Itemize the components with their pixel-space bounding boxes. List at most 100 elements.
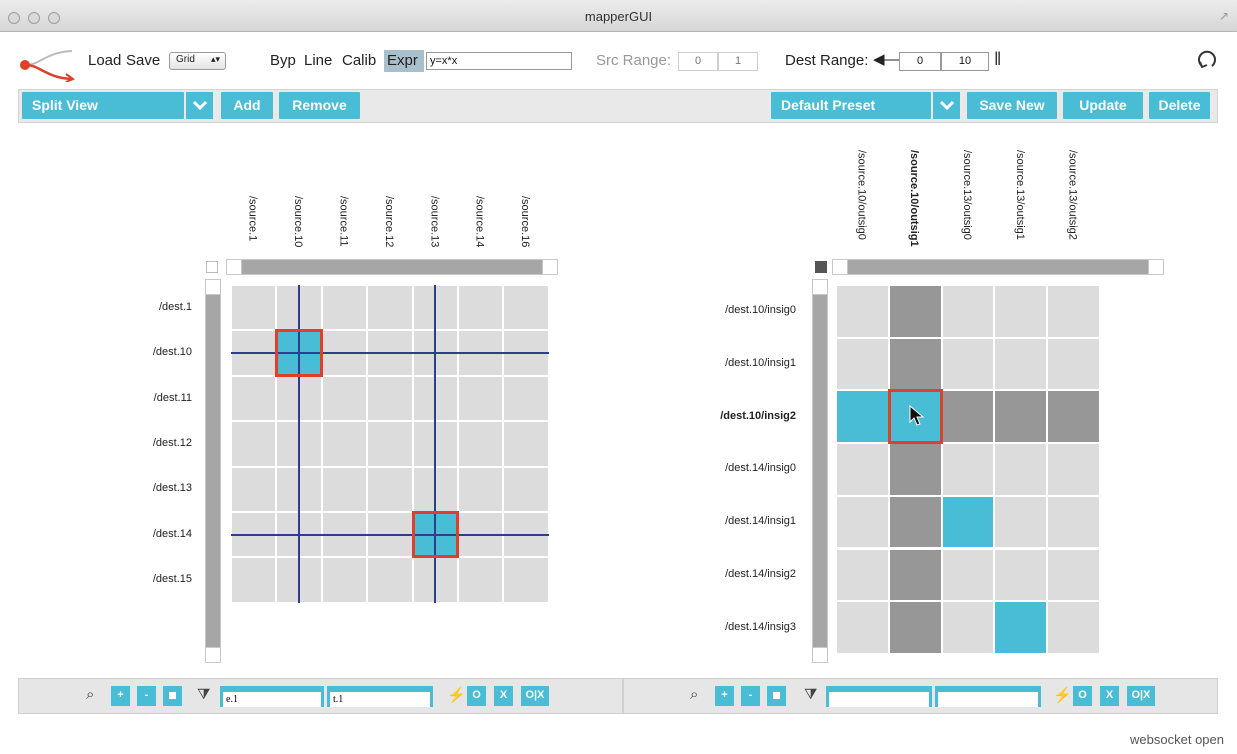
right-select-all-checkbox[interactable] [815,261,827,273]
right-grid-cell[interactable] [942,602,994,653]
right-grid-cell[interactable] [942,444,994,495]
right-hscroll-end[interactable] [1148,259,1164,275]
right-zoom-in-button[interactable]: + [715,686,734,706]
left-vertical-scrollbar[interactable] [205,279,221,663]
left-connect-button[interactable]: O [467,686,486,706]
left-grid-cell[interactable] [232,422,276,466]
left-column-label[interactable]: /source.13 [428,196,440,252]
right-grid-cell[interactable] [995,444,1047,495]
fullscreen-icon[interactable]: ↗ [1219,9,1229,23]
right-grid-cell[interactable] [1048,602,1099,653]
left-select-all-checkbox[interactable] [206,261,218,273]
right-grid-cell[interactable] [995,286,1047,337]
left-row-label[interactable]: /dest.11 [154,392,192,404]
left-grid-cell[interactable] [459,376,503,421]
left-source-filter[interactable] [220,686,324,707]
right-grid-cell[interactable] [889,496,941,548]
right-grid-cell[interactable] [837,391,888,443]
view-select[interactable]: Split View [22,92,184,119]
boundary-arrow-icon[interactable]: ◀— [873,50,900,68]
src-max-input[interactable]: 1 [718,52,758,71]
left-column-label[interactable]: /source.10 [292,196,304,252]
preset-select[interactable]: Default Preset [771,92,931,119]
left-dest-filter[interactable] [327,686,433,707]
right-toggle-button[interactable]: O|X [1127,686,1155,706]
right-grid-cell[interactable] [995,602,1047,653]
right-grid-cell[interactable] [942,338,994,390]
right-grid-cell[interactable] [889,286,941,337]
right-dest-filter[interactable] [935,686,1041,707]
right-column-label[interactable]: /source.10/outsig1 [908,150,920,254]
load-button[interactable]: Load [88,52,121,69]
right-grid-cell[interactable] [889,444,941,495]
save-new-button[interactable]: Save New [967,92,1057,119]
left-grid-cell[interactable] [459,286,503,330]
right-vscroll-end[interactable] [812,647,828,663]
right-grid-cell[interactable] [1048,496,1099,548]
left-grid-cell[interactable] [322,376,367,421]
left-grid-cell[interactable] [322,467,367,511]
left-horizontal-scrollbar[interactable] [226,259,558,275]
left-grid-cell[interactable] [322,422,367,466]
right-grid-cell[interactable] [942,496,994,548]
left-vscroll-start[interactable] [205,279,221,295]
left-grid-cell[interactable] [232,467,276,511]
delete-button[interactable]: Delete [1149,92,1210,119]
right-row-label[interactable]: /dest.14/insig1 [725,515,796,527]
left-grid-cell[interactable] [368,558,412,602]
left-zoom-in-button[interactable]: + [111,686,130,706]
right-vscroll-start[interactable] [812,279,828,295]
right-grid-cell[interactable] [837,338,888,390]
right-row-label[interactable]: /dest.14/insig3 [725,621,796,633]
right-grid-cell[interactable] [995,549,1047,601]
right-grid-cell[interactable] [837,549,888,601]
right-grid-cell[interactable] [1048,286,1099,337]
right-column-label[interactable]: /source.13/outsig1 [1014,150,1026,254]
left-row-label[interactable]: /dest.15 [153,573,192,585]
right-row-label[interactable]: /dest.10/insig0 [725,304,796,316]
mode-expr[interactable]: Expr [384,50,424,72]
right-grid-cell[interactable] [889,602,941,653]
left-row-label[interactable]: /dest.1 [159,301,192,313]
left-grid-cell[interactable] [368,376,412,421]
left-grid-cell[interactable] [459,558,503,602]
boundary-bars-icon[interactable]: ‖ [994,49,1002,70]
left-zoom-fit-button[interactable] [163,686,182,706]
dest-max-input[interactable]: 10 [941,52,989,71]
left-zoom-out-button[interactable]: - [137,686,156,706]
left-source-filter-input[interactable] [223,692,321,707]
right-column-label[interactable]: /source.13/outsig2 [1067,150,1079,254]
right-row-label[interactable]: /dest.14/insig2 [725,568,796,580]
right-source-filter[interactable] [826,686,932,707]
left-grid-cell[interactable] [459,467,503,511]
left-column-label[interactable]: /source.11 [338,196,350,252]
connection-highlight[interactable] [275,329,323,377]
refresh-icon[interactable] [1196,48,1218,70]
left-grid-cell[interactable] [504,376,548,421]
dest-min-input[interactable]: 0 [899,52,941,71]
right-zoom-out-button[interactable]: - [741,686,760,706]
left-grid-cell[interactable] [232,376,276,421]
right-row-label[interactable]: /dest.14/insig0 [725,462,796,474]
connection-highlight[interactable] [411,511,459,559]
mode-line[interactable]: Line [304,52,332,69]
left-hscroll-start[interactable] [226,259,242,275]
src-min-input[interactable]: 0 [678,52,718,71]
left-grid-cell[interactable] [504,467,548,511]
mode-calib[interactable]: Calib [342,52,376,69]
view-dropdown-button[interactable] [184,92,213,119]
right-connect-button[interactable]: O [1073,686,1092,706]
expression-input[interactable] [426,52,572,70]
left-grid-cell[interactable] [504,558,548,602]
left-grid-cell[interactable] [504,422,548,466]
left-toggle-button[interactable]: O|X [521,686,549,706]
left-disconnect-button[interactable]: X [494,686,513,706]
right-grid-cell[interactable] [1048,391,1099,443]
right-grid-cell[interactable] [995,338,1047,390]
left-grid-cell[interactable] [504,286,548,330]
left-row-label[interactable]: /dest.12 [153,437,192,449]
right-zoom-fit-button[interactable] [767,686,786,706]
right-grid-cell[interactable] [837,444,888,495]
left-column-label[interactable]: /source.12 [383,196,395,252]
right-horizontal-scrollbar[interactable] [832,259,1164,275]
